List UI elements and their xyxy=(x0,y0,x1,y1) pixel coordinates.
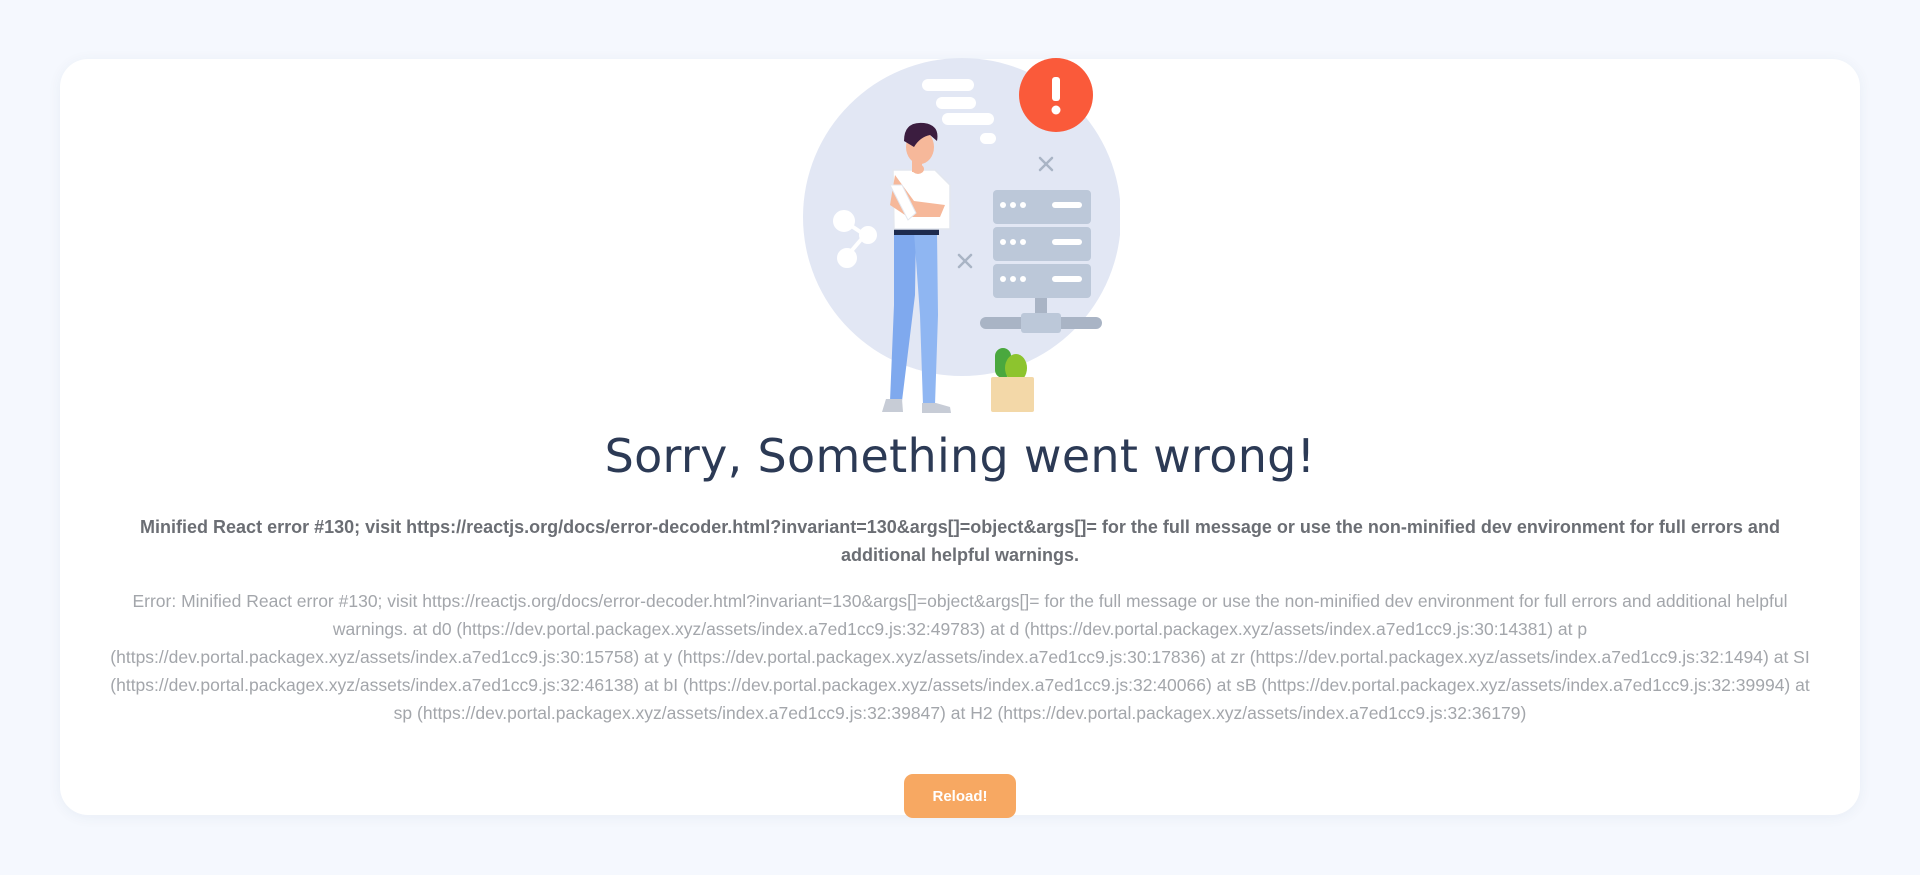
reload-button[interactable]: Reload! xyxy=(904,774,1016,818)
error-illustration xyxy=(803,58,1120,413)
exclamation-alert-icon xyxy=(1019,58,1093,132)
page-title: Sorry, Something went wrong! xyxy=(604,429,1316,483)
error-message: Minified React error #130; visit https:/… xyxy=(140,517,1780,565)
error-stack-trace: Error: Minified React error #130; visit … xyxy=(110,591,1810,723)
